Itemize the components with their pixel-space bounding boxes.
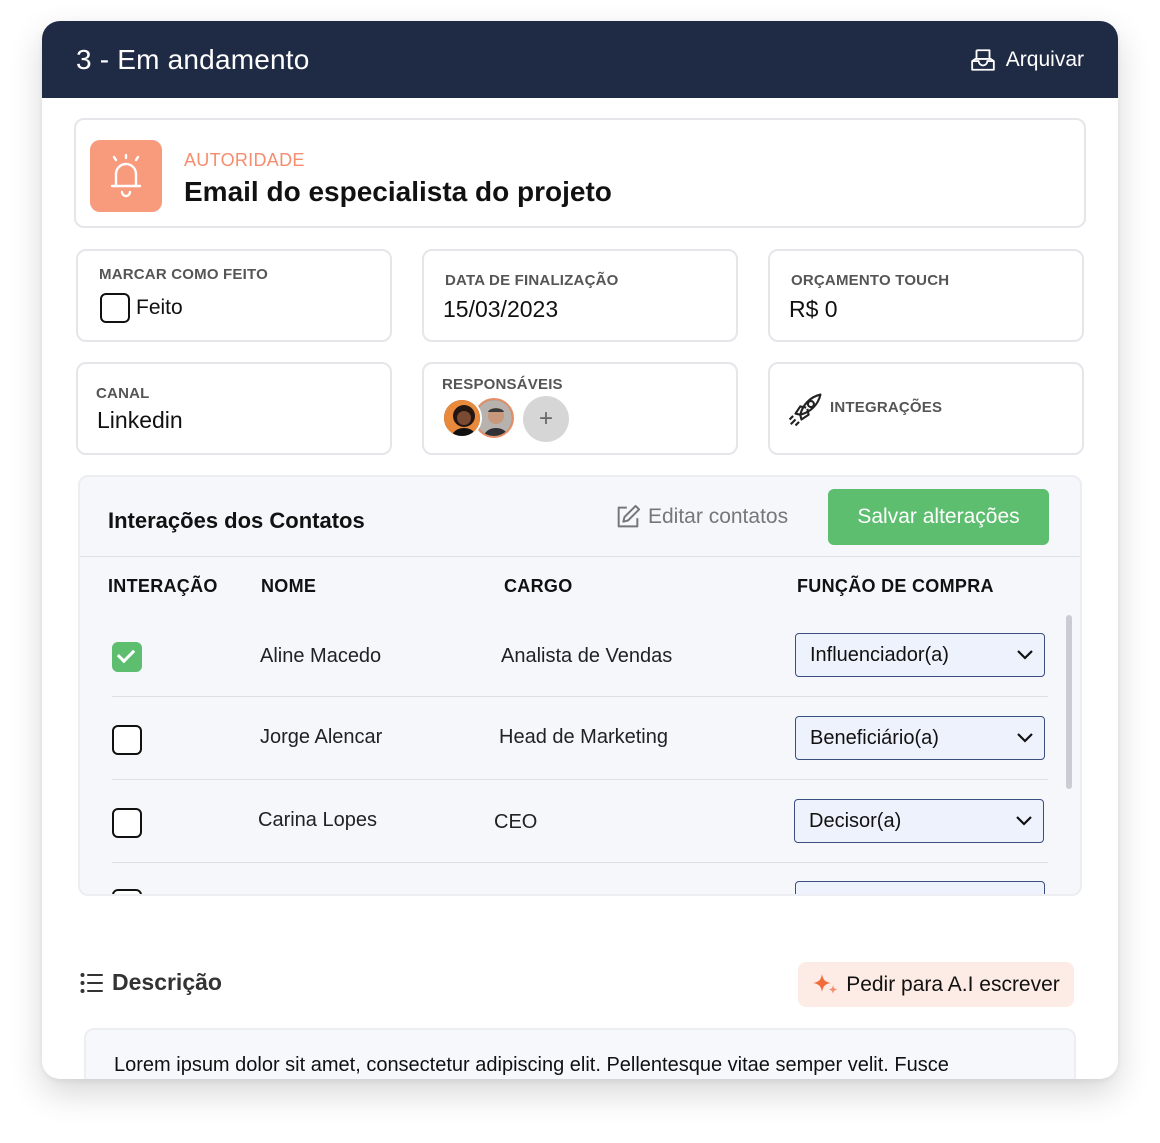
chevron-down-icon — [1017, 650, 1033, 660]
description-title: Descrição — [112, 969, 222, 995]
contact-name: Aline Macedo — [260, 645, 382, 667]
buying-function-select[interactable]: Beneficiário(a) — [795, 716, 1045, 760]
column-header-interaction: INTERAÇÃO — [108, 576, 218, 596]
budget-label: ORÇAMENTO TOUCH — [791, 272, 950, 289]
done-checkbox[interactable] — [100, 293, 130, 323]
modal-header: 3 - Em andamento Arquivar — [42, 21, 1118, 98]
column-header-buying-function: FUNÇÃO DE COMPRA — [797, 576, 994, 596]
buying-function-select[interactable]: Decisor(a) — [794, 799, 1044, 843]
contact-name: Jorge Alencar — [260, 726, 383, 748]
rocket-icon — [788, 393, 822, 427]
avatar[interactable] — [442, 398, 482, 438]
ai-write-label: Pedir para A.I escrever — [846, 972, 1060, 996]
edit-contacts-label: Editar contatos — [648, 505, 789, 528]
description-textarea[interactable]: Lorem ipsum dolor sit amet, consectetur … — [84, 1028, 1076, 1079]
interaction-checkbox[interactable] — [112, 808, 142, 838]
channel-value: Linkedin — [97, 407, 183, 433]
done-checkbox-label: Feito — [136, 296, 183, 319]
edit-icon — [617, 504, 641, 528]
contact-role: Head de Marketing — [499, 726, 668, 748]
contact-role: CEO — [494, 811, 538, 833]
add-owner-button[interactable]: + — [523, 396, 569, 442]
end-date-field[interactable]: DATA DE FINALIZAÇÃO 15/03/2023 — [422, 249, 738, 342]
archive-label: Arquivar — [1005, 47, 1084, 71]
chevron-down-icon — [1016, 816, 1032, 826]
channel-label: CANAL — [96, 385, 150, 402]
budget-value: R$ 0 — [789, 296, 838, 322]
interaction-checkbox[interactable] — [112, 889, 142, 894]
chevron-down-icon — [1017, 733, 1033, 743]
archive-button[interactable]: Arquivar — [970, 47, 1084, 73]
contacts-panel: Interações dos Contatos Editar contatos … — [78, 475, 1082, 896]
column-header-role: CARGO — [504, 576, 573, 596]
description-header: Descrição — [80, 969, 222, 996]
stage-title: Email do especialista do projeto — [184, 176, 612, 207]
stage-kicker: AUTORIDADE — [184, 150, 305, 170]
column-header-name: NOME — [261, 576, 317, 596]
contacts-panel-header: Interações dos Contatos Editar contatos … — [80, 477, 1080, 557]
bell-icon — [110, 154, 142, 198]
row-divider — [112, 862, 1048, 863]
end-date-label: DATA DE FINALIZAÇÃO — [445, 272, 619, 289]
owners-field: RESPONSÁVEIS + — [422, 362, 738, 455]
mark-done-label: MARCAR COMO FEITO — [99, 266, 268, 283]
sparkle-icon — [813, 973, 838, 994]
stage-card: AUTORIDADE Email do especialista do proj… — [74, 118, 1086, 228]
owners-label: RESPONSÁVEIS — [442, 376, 563, 393]
row-divider — [112, 696, 1048, 697]
end-date-value: 15/03/2023 — [443, 296, 559, 322]
card-modal: 3 - Em andamento Arquivar AUTORIDADE Ema… — [42, 21, 1118, 1079]
save-changes-button[interactable]: Salvar alterações — [828, 489, 1049, 545]
contact-name: Carina Lopes — [258, 809, 377, 831]
interaction-checkbox[interactable] — [112, 725, 142, 755]
contacts-title: Interações dos Contatos — [108, 508, 365, 533]
row-divider — [112, 779, 1048, 780]
archive-icon — [971, 48, 995, 71]
stage-icon-badge — [90, 140, 162, 212]
buying-function-value: Beneficiário(a) — [810, 726, 939, 749]
buying-function-value: Influenciador(a) — [810, 643, 949, 666]
channel-field[interactable]: CANAL Linkedin — [76, 362, 392, 455]
table-scrollbar[interactable] — [1066, 615, 1072, 789]
modal-title: 3 - Em andamento — [76, 43, 310, 75]
buying-function-select[interactable] — [795, 881, 1045, 894]
edit-contacts-button[interactable]: Editar contatos — [614, 503, 788, 531]
contact-role: Analista de Vendas — [501, 645, 673, 667]
list-icon — [80, 972, 103, 993]
budget-field[interactable]: ORÇAMENTO TOUCH R$ 0 — [768, 249, 1084, 342]
buying-function-select[interactable]: Influenciador(a) — [795, 633, 1045, 677]
ai-write-button[interactable]: Pedir para A.I escrever — [798, 962, 1074, 1007]
buying-function-value: Decisor(a) — [809, 809, 902, 832]
integrations-field[interactable]: INTEGRAÇÕES — [768, 362, 1084, 455]
interaction-checkbox[interactable] — [112, 642, 142, 672]
mark-done-field: MARCAR COMO FEITO Feito — [76, 249, 392, 342]
integrations-label: INTEGRAÇÕES — [830, 399, 943, 416]
description-text: Lorem ipsum dolor sit amet, consectetur … — [114, 1054, 949, 1076]
